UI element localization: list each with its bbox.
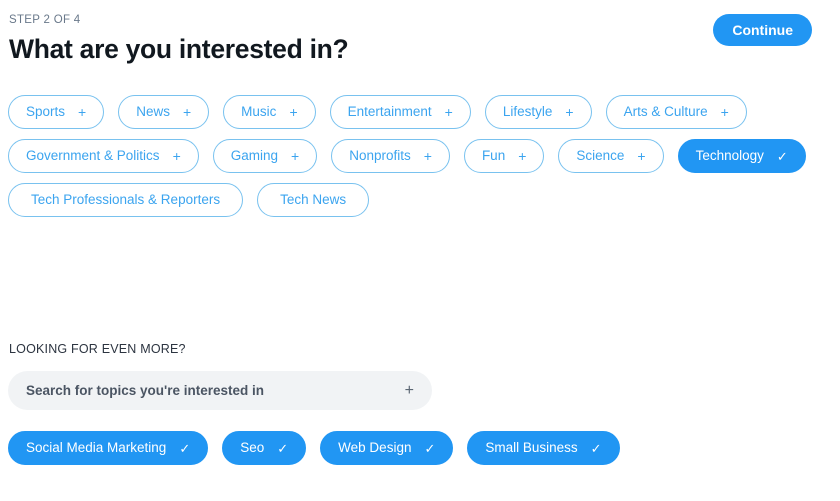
add-icon: +	[565, 104, 574, 120]
topic-chip-label: Small Business	[485, 440, 578, 455]
topic-chip-label: Tech Professionals & Reporters	[31, 192, 221, 207]
selected-topics-row: Social Media Marketing ✓ Seo ✓ Web Design ✓ Sm…	[8, 431, 832, 465]
onboarding-interests-page: STEP 2 OF 4 What are you interested in? …	[0, 0, 840, 501]
step-indicator: STEP 2 OF 4	[9, 14, 81, 26]
topic-chip-label: Technology	[695, 148, 764, 163]
add-icon: +	[182, 104, 192, 120]
check-icon: ✓	[277, 440, 289, 456]
check-icon: ✓	[424, 440, 436, 456]
topic-chip[interactable]: Arts & Culture +	[605, 95, 747, 129]
topic-chip[interactable]: Social Media Marketing ✓	[8, 431, 209, 465]
page-header: STEP 2 OF 4 What are you interested in? …	[8, 0, 832, 65]
topic-chip[interactable]: Fun +	[463, 139, 545, 173]
topic-chip[interactable]: News +	[118, 95, 210, 129]
topic-chip-label: Web Design	[338, 440, 412, 455]
topic-chip-label: Nonprofits	[349, 148, 411, 163]
add-icon: +	[289, 104, 298, 120]
continue-button[interactable]: Continue	[713, 14, 812, 46]
topic-chip-row: Tech Professionals & Reporters Tech News	[8, 183, 832, 217]
topic-chip[interactable]: Technology ✓	[677, 139, 806, 173]
topic-chip-label: Science	[576, 148, 625, 163]
topic-chip[interactable]: Seo ✓	[222, 431, 307, 465]
topic-chip-label: Arts & Culture	[623, 104, 708, 119]
topic-chip[interactable]: Tech News	[257, 183, 370, 217]
topic-chip-label: News	[136, 104, 170, 119]
check-icon: ✓	[590, 440, 602, 456]
topic-chip[interactable]: Government & Politics +	[8, 139, 199, 173]
topic-chip-label: Music	[241, 104, 277, 119]
add-icon: +	[291, 148, 300, 164]
topic-chip[interactable]: Small Business ✓	[467, 431, 620, 465]
more-topics-section: LOOKING FOR EVEN MORE? + Social Media Ma…	[8, 341, 832, 465]
add-icon: +	[637, 148, 646, 164]
topic-search-input[interactable]	[26, 383, 395, 398]
topic-chip[interactable]: Lifestyle +	[484, 95, 592, 129]
topic-chip-label: Government & Politics	[26, 148, 160, 163]
check-icon: ✓	[776, 148, 788, 164]
topic-chip[interactable]: Science +	[558, 139, 664, 173]
check-icon: ✓	[179, 440, 191, 456]
add-icon: +	[423, 148, 432, 164]
topic-search-box[interactable]: +	[8, 371, 432, 410]
topic-chip-label: Sports	[26, 104, 66, 119]
topic-chip[interactable]: Sports +	[8, 95, 105, 129]
topic-chip-label: Social Media Marketing	[26, 440, 167, 455]
add-icon: +	[518, 148, 527, 164]
add-icon[interactable]: +	[405, 382, 414, 399]
topic-chip[interactable]: Gaming +	[212, 139, 318, 173]
add-icon: +	[172, 148, 181, 164]
topic-chip-label: Lifestyle	[502, 104, 553, 119]
topic-chip-label: Tech News	[280, 192, 347, 207]
topic-chip[interactable]: Music +	[223, 95, 316, 129]
topic-chip-label: Entertainment	[347, 104, 432, 119]
topic-chip-label: Seo	[240, 440, 265, 455]
topic-chip[interactable]: Tech Professionals & Reporters	[8, 183, 244, 217]
topic-chip-label: Gaming	[230, 148, 279, 163]
topic-chip-label: Fun	[481, 148, 506, 163]
topic-chip[interactable]: Entertainment +	[329, 95, 471, 129]
add-icon: +	[444, 104, 453, 120]
topic-chip[interactable]: Web Design ✓	[320, 431, 454, 465]
add-icon: +	[78, 104, 87, 120]
add-icon: +	[720, 104, 729, 120]
more-topics-label: LOOKING FOR EVEN MORE?	[9, 342, 186, 356]
topic-chip-row: Sports + News + Music + Entertainment + Lifestyl…	[8, 95, 832, 129]
page-title: What are you interested in?	[9, 34, 349, 64]
topic-chip-rows: Sports + News + Music + Entertainment + Lifestyl…	[8, 95, 832, 217]
topic-chip[interactable]: Nonprofits +	[331, 139, 450, 173]
topic-chip-row: Government & Politics + Gaming + Nonprofits +…	[8, 139, 832, 173]
